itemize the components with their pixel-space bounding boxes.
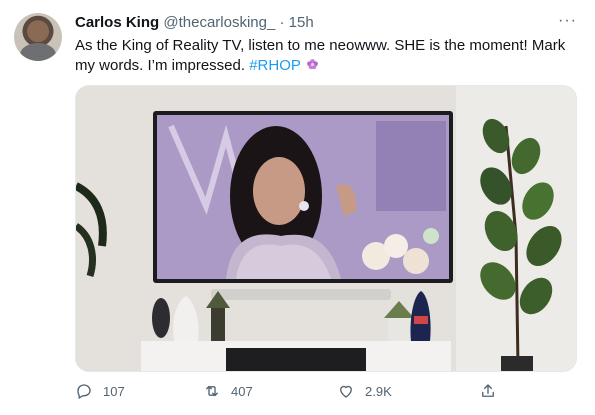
tweet-card[interactable]: Carlos King @thecarlosking_ · 15h ··· As… xyxy=(0,0,595,415)
reply-button[interactable]: 107 xyxy=(75,380,125,402)
user-handle[interactable]: @thecarlosking_ xyxy=(163,14,275,31)
action-bar: 107 407 2.9K xyxy=(75,380,575,402)
sound-bar xyxy=(211,289,391,300)
share-icon xyxy=(482,384,494,397)
tv-photo-illustration xyxy=(76,86,576,371)
tweet-text: As the King of Reality TV, listen to me … xyxy=(75,36,573,76)
display-name[interactable]: Carlos King xyxy=(75,14,159,31)
share-button[interactable] xyxy=(479,380,497,402)
hashtag-link[interactable]: #RHOP xyxy=(249,57,300,74)
timestamp[interactable]: 15h xyxy=(289,14,314,31)
avatar[interactable] xyxy=(14,13,62,61)
heart-icon xyxy=(340,385,352,398)
like-count: 2.9K xyxy=(365,383,392,399)
like-button[interactable]: 2.9K xyxy=(337,380,392,402)
tweet-header: Carlos King @thecarlosking_ · 15h xyxy=(75,14,575,34)
more-options-icon[interactable]: ··· xyxy=(558,12,577,30)
reply-count: 107 xyxy=(103,383,125,399)
face xyxy=(253,157,305,225)
avatar-shoulders xyxy=(20,43,56,61)
tweet-photo[interactable] xyxy=(75,85,577,372)
separator-dot: · xyxy=(279,14,285,31)
retweet-button[interactable]: 407 xyxy=(203,380,253,402)
flower-emoji-icon xyxy=(306,59,318,70)
reply-icon xyxy=(77,384,91,399)
retweet-icon xyxy=(206,385,218,397)
tweet-body: As the King of Reality TV, listen to me … xyxy=(75,37,566,74)
retweet-count: 407 xyxy=(231,383,253,399)
